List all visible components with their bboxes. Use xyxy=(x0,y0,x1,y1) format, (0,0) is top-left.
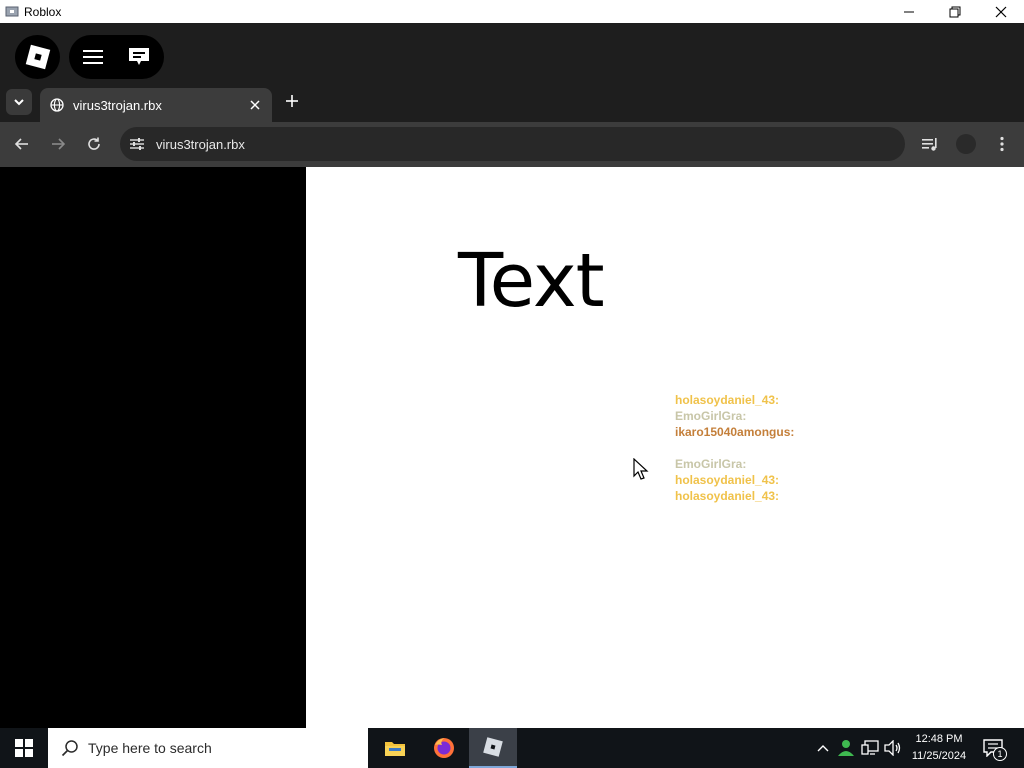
arrow-right-icon xyxy=(52,138,66,150)
person-tray-icon xyxy=(838,740,854,756)
tab-close-button[interactable] xyxy=(246,96,264,114)
chat-bubble-icon xyxy=(129,48,149,65)
hamburger-menu-icon xyxy=(83,50,103,64)
window-title-bar: Roblox xyxy=(0,0,1024,23)
more-vertical-icon xyxy=(1000,136,1004,152)
firefox-icon xyxy=(434,738,454,758)
back-button[interactable] xyxy=(9,131,35,157)
browser-tab-strip: virus3trojan.rbx xyxy=(0,87,1024,122)
reload-button[interactable] xyxy=(81,131,107,157)
clock-date: 11/25/2024 xyxy=(911,750,967,762)
media-controls-button[interactable] xyxy=(917,131,943,157)
globe-icon xyxy=(49,97,65,113)
taskbar-roblox[interactable] xyxy=(469,728,517,768)
start-button[interactable] xyxy=(0,728,48,768)
volume-button[interactable] xyxy=(883,738,903,758)
roblox-top-bar xyxy=(0,23,1024,87)
new-tab-button[interactable] xyxy=(280,89,304,113)
roblox-controls-pill xyxy=(69,35,164,79)
plus-icon xyxy=(286,95,298,107)
window-title: Roblox xyxy=(24,4,62,19)
url-text: virus3trojan.rbx xyxy=(156,136,245,152)
chat-message: holasoydaniel_43: xyxy=(675,489,780,503)
restore-button[interactable] xyxy=(932,0,978,23)
chat-button[interactable] xyxy=(117,35,161,79)
speaker-icon xyxy=(884,740,901,756)
close-icon xyxy=(995,6,1007,17)
clock-time: 12:48 PM xyxy=(915,733,963,745)
chat-message: ikaro15040amongus: xyxy=(675,425,795,439)
search-icon xyxy=(60,738,80,758)
text-label: Text xyxy=(458,238,605,324)
close-button[interactable] xyxy=(978,0,1024,23)
chat-message: EmoGirlGra: xyxy=(675,409,747,423)
chat-message: holasoydaniel_43: xyxy=(675,473,780,487)
file-explorer-icon xyxy=(385,742,405,756)
windows-taskbar: Type here to search 12:48 PM 11/25/2024 … xyxy=(0,728,1024,768)
close-icon xyxy=(250,100,260,110)
mouse-cursor-icon xyxy=(633,458,649,480)
chevron-up-icon xyxy=(817,745,829,752)
reload-icon xyxy=(88,137,100,150)
tab-search-button[interactable] xyxy=(6,89,32,115)
minimize-icon xyxy=(904,11,914,12)
windows-logo-icon xyxy=(15,739,33,757)
notification-count-badge: 1 xyxy=(993,747,1007,761)
forward-button[interactable] xyxy=(45,131,71,157)
chat-message xyxy=(675,440,794,456)
browser-toolbar: virus3trojan.rbx xyxy=(0,122,1024,167)
queue-music-icon xyxy=(922,138,937,151)
taskbar-firefox[interactable] xyxy=(420,728,468,768)
browser-tab[interactable]: virus3trojan.rbx xyxy=(40,88,272,122)
roblox-app-icon xyxy=(5,6,19,17)
tray-app-button[interactable] xyxy=(836,738,856,758)
taskbar-search-box[interactable]: Type here to search xyxy=(48,728,368,768)
profile-avatar-icon xyxy=(956,134,976,154)
browser-menu-button[interactable] xyxy=(989,131,1015,157)
arrow-left-icon xyxy=(14,138,28,150)
restore-icon xyxy=(949,6,961,17)
roblox-menu-button[interactable] xyxy=(15,35,60,79)
network-button[interactable] xyxy=(860,738,880,758)
search-placeholder: Type here to search xyxy=(88,740,212,756)
taskbar-file-explorer[interactable] xyxy=(371,728,419,768)
show-hidden-icons-button[interactable] xyxy=(813,738,833,758)
profile-button[interactable] xyxy=(953,131,979,157)
taskbar-clock[interactable]: 12:48 PM 11/25/2024 xyxy=(905,731,973,765)
site-settings-icon[interactable] xyxy=(128,135,146,153)
chat-message: holasoydaniel_43: xyxy=(675,393,780,407)
minimize-button[interactable] xyxy=(886,0,932,23)
roblox-logo-icon xyxy=(25,44,50,70)
roblox-icon xyxy=(483,737,503,757)
chat-message: EmoGirlGra: xyxy=(675,457,747,471)
white-surface xyxy=(306,167,1024,728)
chevron-down-icon xyxy=(14,99,24,106)
address-bar[interactable]: virus3trojan.rbx xyxy=(120,127,905,161)
chat-log: holasoydaniel_43: EmoGirlGra: ikaro15040am… xyxy=(675,392,794,504)
network-icon xyxy=(861,740,879,755)
tab-title: virus3trojan.rbx xyxy=(73,97,162,113)
hamburger-menu-button[interactable] xyxy=(69,35,117,79)
